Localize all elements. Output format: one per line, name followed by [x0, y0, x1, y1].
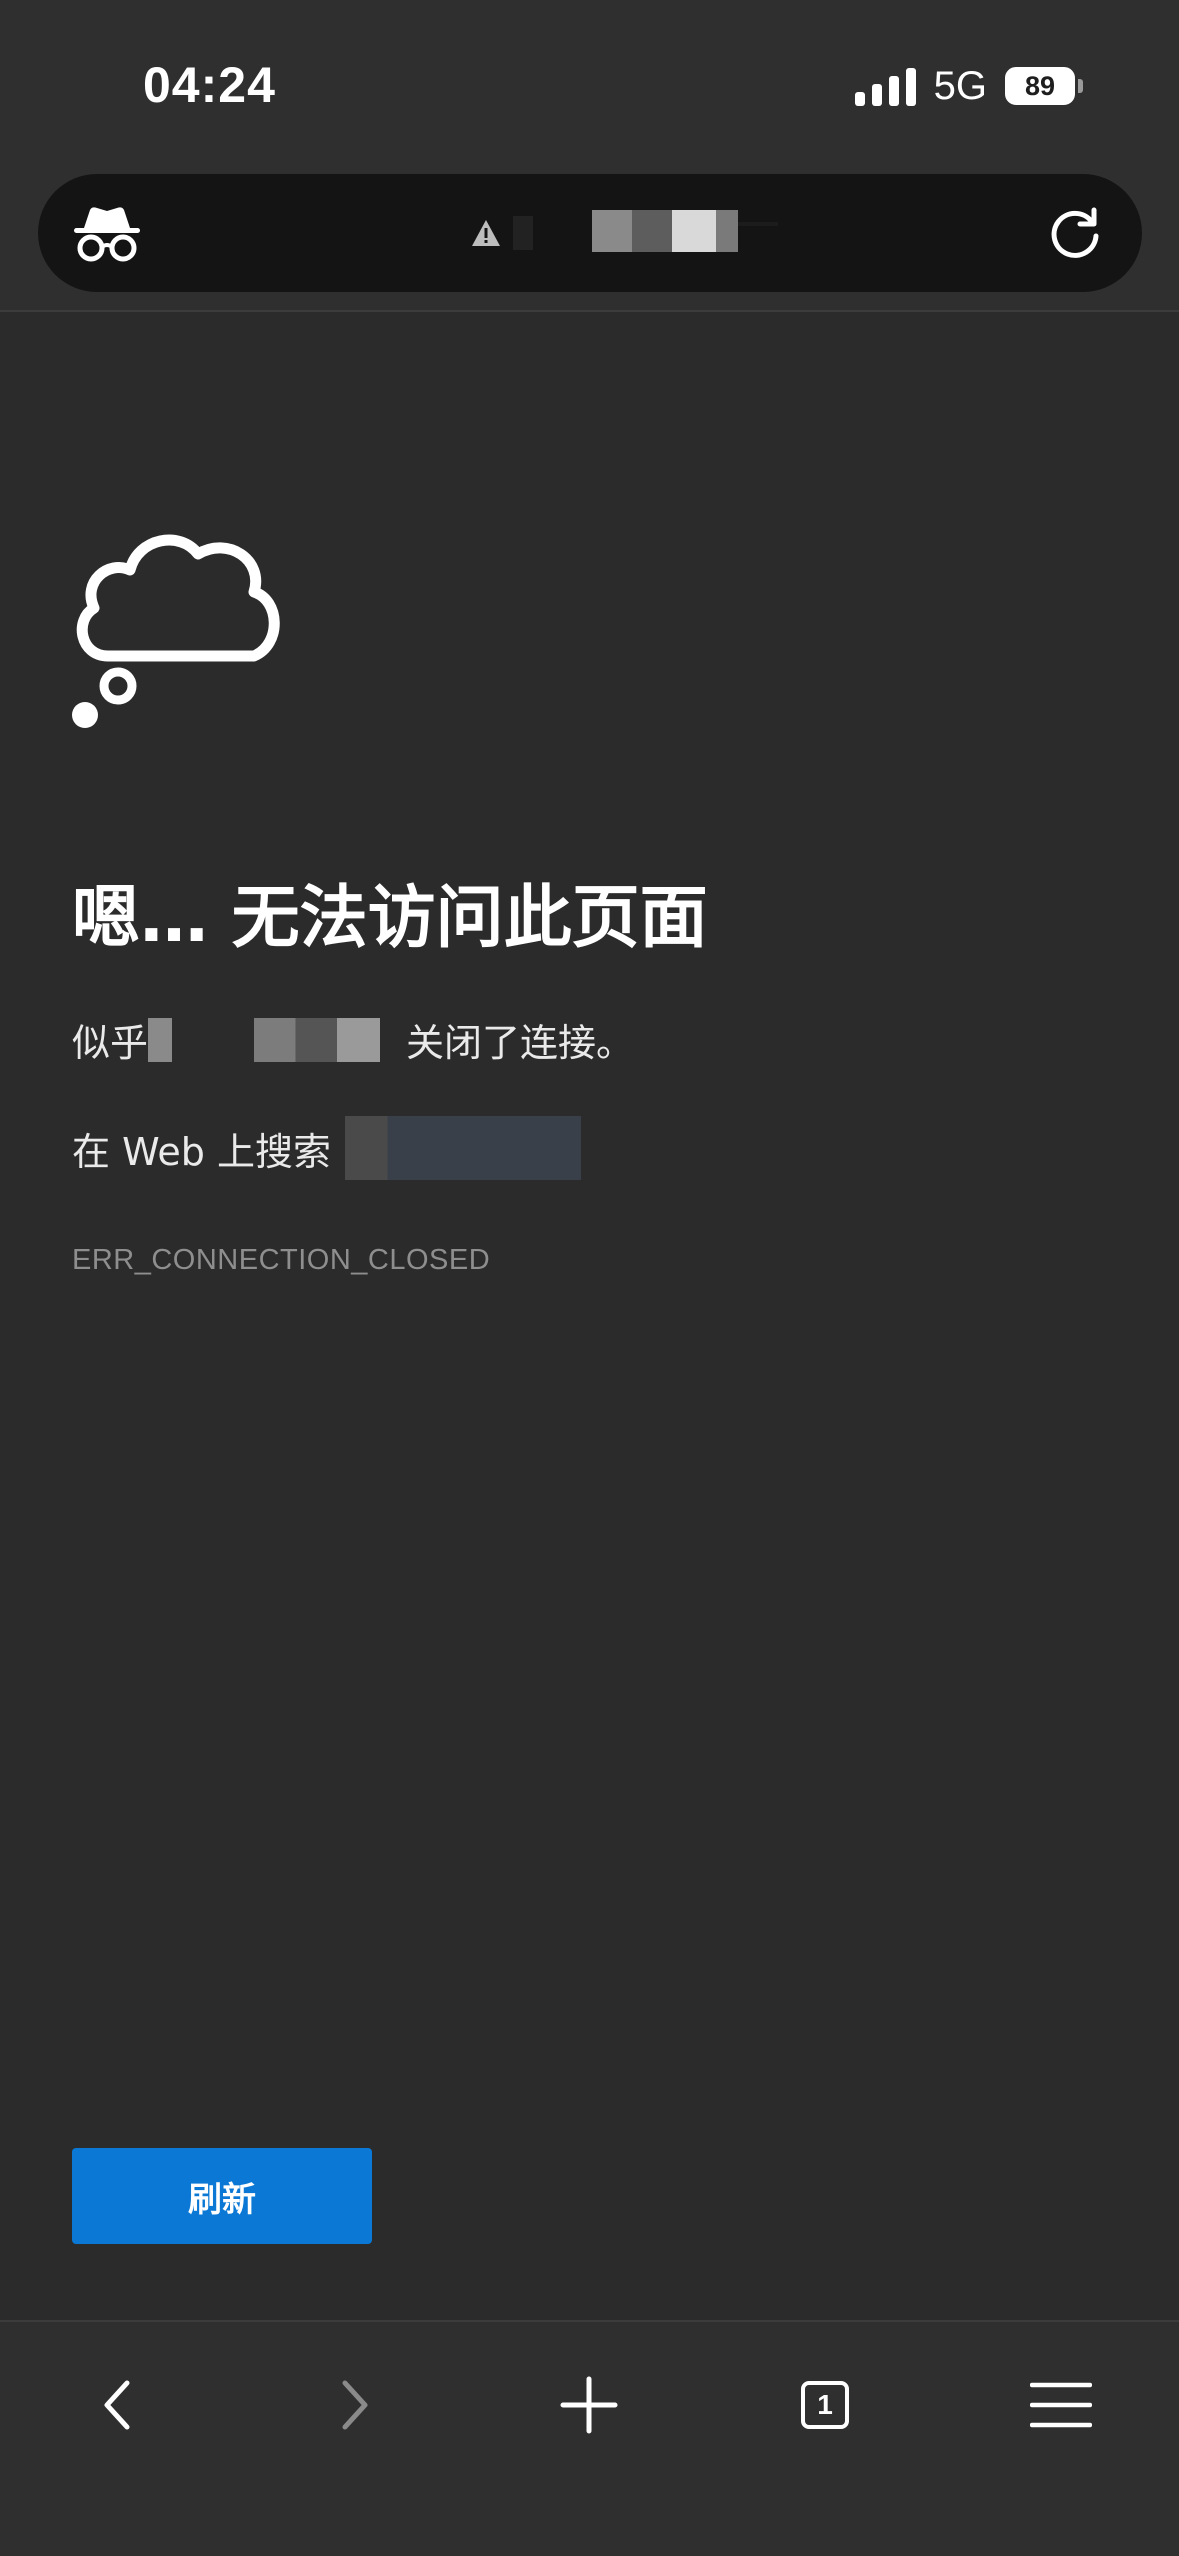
chevron-left-icon [104, 2380, 130, 2430]
refresh-button[interactable]: 刷新 [72, 2148, 372, 2244]
battery-icon: 89 [1005, 67, 1075, 105]
new-tab-button[interactable] [544, 2360, 634, 2450]
status-time: 04:24 [143, 57, 276, 113]
url-redacted[interactable] [513, 202, 803, 264]
redacted-hostname [148, 1017, 173, 1062]
address-bar[interactable] [38, 174, 1142, 292]
redacted-hostname-part [184, 1017, 243, 1062]
error-message: 似乎 关闭了连接。 [72, 1012, 634, 1067]
warning-icon[interactable] [470, 218, 502, 248]
cloud-thought-icon [72, 534, 280, 728]
error-title: 嗯… 无法访问此页面 [72, 879, 708, 958]
network-type: 5G [933, 63, 987, 108]
error-message-prefix: 似乎 [72, 1021, 149, 1065]
battery-nub [1078, 79, 1083, 93]
menu-button[interactable] [1016, 2360, 1106, 2450]
error-message-suffix: 关闭了连接。 [406, 1021, 635, 1065]
plus-icon [560, 2376, 618, 2434]
browser-screen: 04:24 5G 89 嗯… 无法访问此页面 似乎 关闭了连接。 在 Web 上… [0, 0, 1179, 2556]
redacted-hostname-blocks [254, 1017, 381, 1062]
error-page: 嗯… 无法访问此页面 似乎 关闭了连接。 在 Web 上搜索 ERR_CONNE… [0, 312, 1179, 2320]
status-indicators: 5G 89 [854, 63, 1083, 108]
reload-icon[interactable] [1046, 206, 1104, 264]
hamburger-menu-icon [1030, 2382, 1092, 2428]
back-button[interactable] [72, 2360, 162, 2450]
address-bar-area [0, 170, 1179, 312]
forward-button[interactable] [310, 2360, 400, 2450]
tab-count: 1 [801, 2381, 849, 2429]
chevron-right-icon [342, 2380, 368, 2430]
web-search-link[interactable]: 在 Web 上搜索 [72, 1121, 331, 1176]
tabs-button[interactable]: 1 [780, 2360, 870, 2450]
bottom-toolbar: 1 [0, 2320, 1179, 2556]
web-search-line[interactable]: 在 Web 上搜索 [72, 1116, 587, 1180]
battery-level: 89 [1024, 70, 1056, 101]
error-code: ERR_CONNECTION_CLOSED [72, 1244, 491, 1276]
cellular-signal-icon [854, 66, 916, 106]
incognito-icon[interactable] [72, 204, 142, 264]
redacted-search-term[interactable] [345, 1116, 582, 1180]
status-bar: 04:24 5G 89 [0, 0, 1179, 170]
